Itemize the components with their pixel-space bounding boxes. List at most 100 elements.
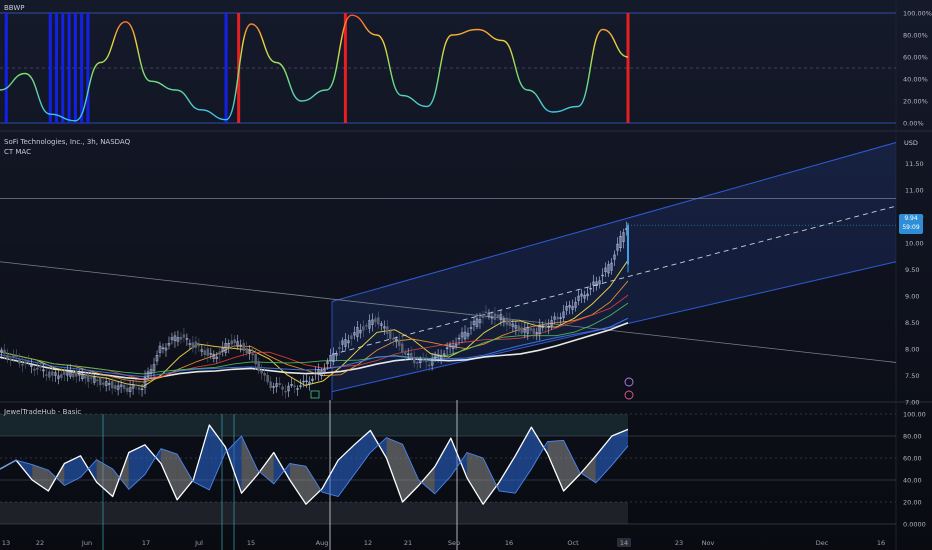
candle-body[interactable] [266,374,269,383]
candle-body[interactable] [182,334,186,338]
candle-body[interactable] [218,351,222,355]
candle-body[interactable] [508,319,512,326]
candle-body[interactable] [397,339,401,347]
candle-body[interactable] [110,381,114,389]
candle-body[interactable] [18,359,21,364]
oscillator-title[interactable]: JewelTradeHub - Basic [4,408,81,416]
candle-body[interactable] [254,354,257,365]
candle-body[interactable] [409,352,413,358]
candle-body[interactable] [281,386,284,390]
time-axis-tick: Sep [448,539,460,547]
candle-body[interactable] [427,364,431,367]
candle-body[interactable] [424,359,428,363]
candle-body[interactable] [51,371,54,376]
candle-body[interactable] [257,361,260,372]
candle-body[interactable] [532,328,536,334]
candle-body[interactable] [12,355,15,358]
candle-body[interactable] [269,381,272,388]
candle-body[interactable] [15,355,18,357]
candle-body[interactable] [386,326,389,334]
bbwp-title[interactable]: BBWP [4,4,25,12]
candle-body[interactable] [86,374,90,382]
candle-body[interactable] [362,326,365,331]
candle-body[interactable] [63,371,66,375]
candle-body[interactable] [27,360,30,363]
candle-body[interactable] [72,373,75,378]
candle-body[interactable] [83,375,87,379]
candle-body[interactable] [197,344,201,347]
candle-body[interactable] [377,317,380,325]
bbwp-low-bar [80,13,84,123]
bbwp-low-bar [48,13,52,123]
time-axis-tick: 13 [2,539,10,547]
candle-body[interactable] [98,377,102,386]
candle-body[interactable] [556,316,559,320]
candle-body[interactable] [179,336,183,340]
candle-body[interactable] [134,384,138,387]
candle-body[interactable] [260,370,263,374]
candle-body[interactable] [21,364,24,366]
candle-body[interactable] [278,382,281,386]
candle-body[interactable] [194,341,198,348]
candle-body[interactable] [481,314,485,319]
candle-body[interactable] [89,377,93,379]
candle-body[interactable] [544,324,548,329]
price-title[interactable]: SoFi Technologies, Inc., 3h, NASDAQ [4,138,130,146]
candle-body[interactable] [75,370,78,377]
candle-body[interactable] [263,373,266,376]
candle-body[interactable] [520,327,524,334]
price-subtitle[interactable]: CT MAC [4,148,31,156]
candle-body[interactable] [39,365,42,368]
candle-body[interactable] [496,314,500,318]
candle-body[interactable] [389,331,392,339]
candle-body[interactable] [122,384,126,389]
candle-body[interactable] [3,349,6,354]
candle-body[interactable] [529,328,533,331]
candle-body[interactable] [412,356,416,364]
candle-body[interactable] [338,347,341,350]
candle-body[interactable] [350,335,353,340]
candle-body[interactable] [230,340,234,345]
candle-body[interactable] [24,361,27,364]
price-axis-tick: 7.50 [905,372,919,380]
candle-body[interactable] [60,374,63,378]
candle-body[interactable] [403,351,407,355]
candle-body[interactable] [101,382,105,385]
candle-body[interactable] [48,371,51,378]
candle-body[interactable] [233,339,237,344]
candle-body[interactable] [365,325,368,327]
candle-body[interactable] [33,368,36,371]
last-price-badge[interactable]: 9.94 59:09 [899,214,923,234]
candle-body[interactable] [505,317,509,326]
candle-body[interactable] [245,347,248,354]
candle-body[interactable] [293,385,296,387]
time-axis-tick: 22 [36,539,44,547]
candle-body[interactable] [191,342,195,349]
candle-body[interactable] [484,311,488,314]
candle-body[interactable] [45,374,48,376]
candle-body[interactable] [9,358,12,360]
candle-body[interactable] [6,355,9,359]
candle-body[interactable] [493,313,497,320]
candle-body[interactable] [113,385,117,389]
bbwp-axis-tick: 60.00% [903,54,928,62]
last-candle-body[interactable] [627,225,629,265]
candle-body[interactable] [137,387,141,390]
candle-body[interactable] [95,379,99,382]
currency-label[interactable]: USD [904,139,918,147]
candle-body[interactable] [206,348,210,356]
candle-body[interactable] [284,390,287,393]
candle-body[interactable] [251,353,254,356]
candle-body[interactable] [36,367,39,370]
candle-body[interactable] [125,387,129,392]
candle-body[interactable] [242,343,245,351]
candle-body[interactable] [203,350,207,356]
candle-body[interactable] [415,362,419,364]
candle-body[interactable] [391,338,395,340]
candle-body[interactable] [400,343,404,353]
candle-body[interactable] [374,318,377,323]
bbwp-axis-tick: 40.00% [903,76,928,84]
oscillator-axis-tick: 80.00 [903,433,922,441]
candle-body[interactable] [517,325,521,332]
candle-body[interactable] [421,358,425,360]
